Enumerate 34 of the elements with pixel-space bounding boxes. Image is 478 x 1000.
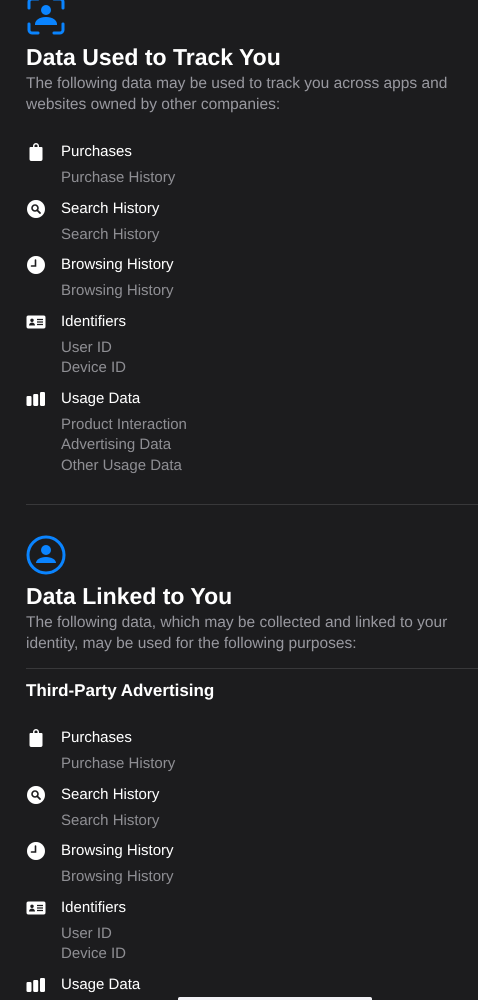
data-category: Purchases (61, 728, 133, 748)
data-type: User ID (61, 338, 113, 358)
data-category: Browsing History (61, 255, 175, 275)
data-category: Search History (61, 784, 160, 804)
data-type: Search History (61, 810, 160, 830)
data-type: Device ID (61, 944, 128, 964)
search-icon (26, 198, 46, 218)
clock-icon (26, 255, 46, 275)
clock-icon (26, 841, 46, 861)
section-title: Data Used to Track You (26, 43, 282, 72)
section-description: The following data may be used to track you across apps and websites owned by other companies: (26, 74, 448, 114)
data-category: Search History (61, 198, 160, 218)
section-title: Data Linked to You (26, 582, 234, 611)
data-category: Identifiers (61, 312, 128, 332)
person-tracking-icon (26, 0, 66, 36)
data-category: Browsing History (61, 841, 175, 861)
person-circle-icon (26, 535, 66, 575)
data-type: Device ID (61, 358, 128, 378)
data-type: Browsing History (61, 867, 175, 887)
data-type: Advertising Data (61, 435, 172, 455)
data-type: Search History (61, 224, 160, 244)
data-category: Usage Data (61, 388, 142, 408)
data-type: User ID (61, 924, 113, 944)
data-category: Identifiers (61, 898, 128, 918)
purpose-heading: Third-Party Advertising (26, 680, 216, 702)
data-category: Usage Data (61, 974, 142, 994)
data-type: Other Usage Data (61, 456, 183, 476)
data-type: Product Interaction (61, 414, 188, 434)
search-icon (26, 784, 46, 804)
section-description: The following data, which may be collected and linked to your identity, may be used for the following purposes: (26, 613, 448, 654)
data-category: Purchases (61, 142, 133, 162)
data-type: Browsing History (61, 281, 175, 301)
data-type: Purchase History (61, 754, 176, 774)
data-type: Purchase History (61, 168, 176, 188)
